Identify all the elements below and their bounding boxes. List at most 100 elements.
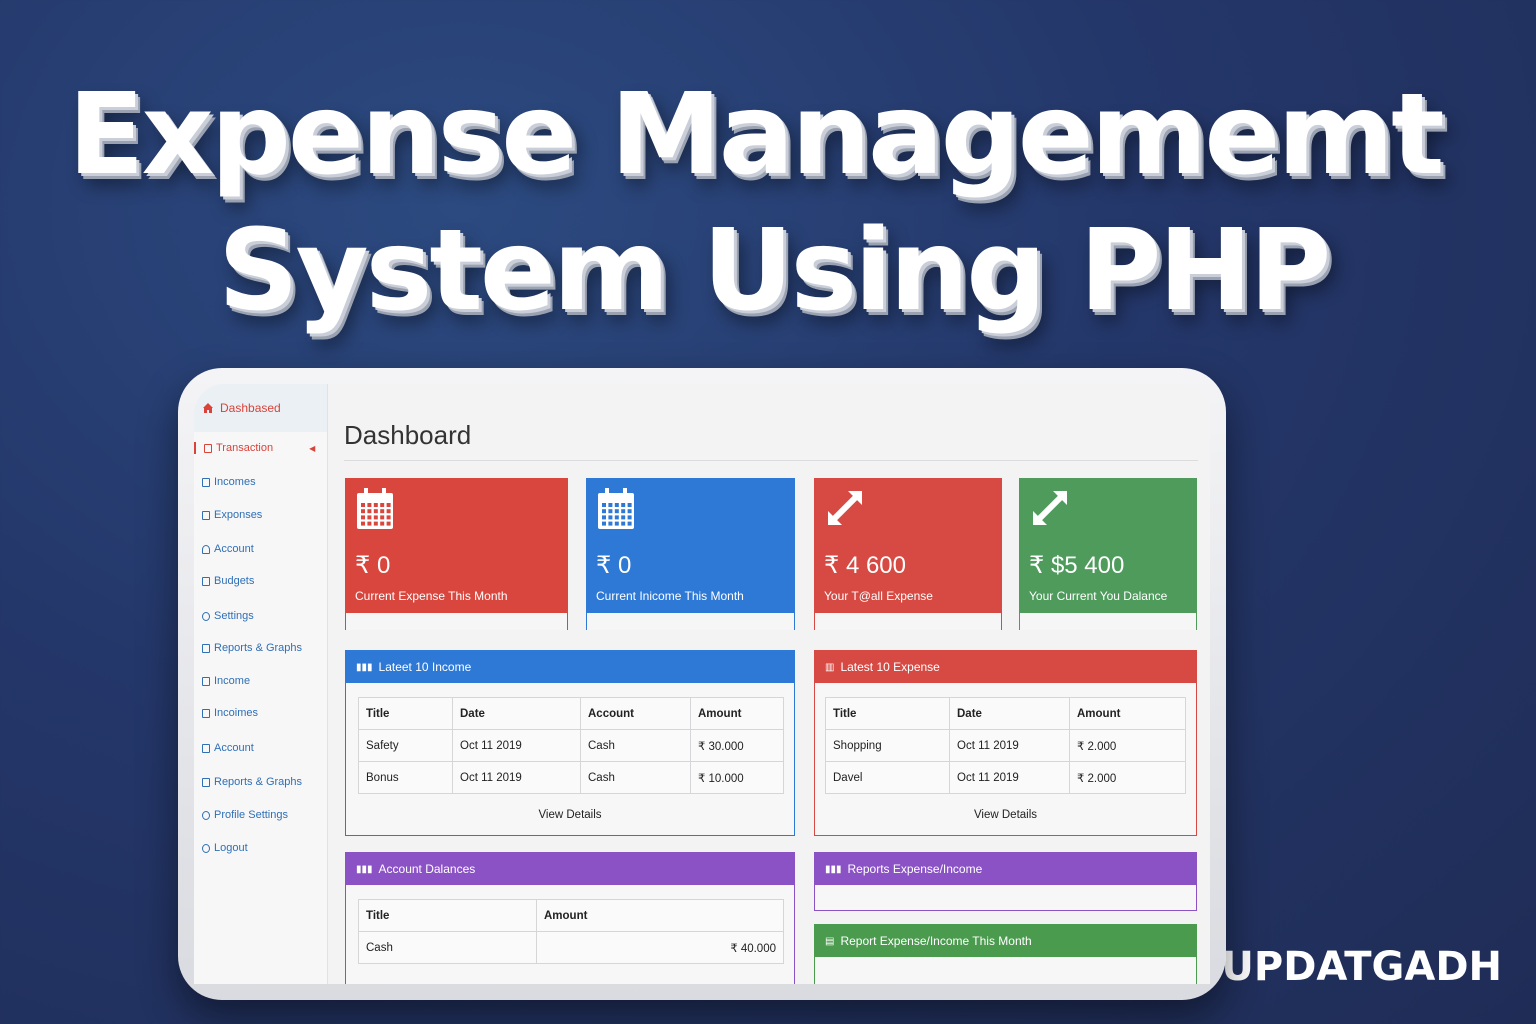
sidebar-item-incoimes[interactable]: Incoimes xyxy=(202,707,258,719)
sidebar-item-label: Transaction xyxy=(216,442,274,454)
cell: Oct 11 2019 xyxy=(452,729,581,762)
panel-header: ▮▮▮ Reports Expense/Income xyxy=(815,853,1196,885)
document-icon xyxy=(202,510,210,520)
column-header: Title xyxy=(358,697,453,730)
sidebar-item-transaction[interactable]: Transaction ◀ xyxy=(194,442,315,454)
panel-title: Report Expense/Income This Month xyxy=(840,934,1032,948)
table-row[interactable]: Safety Oct 11 2019 Cash ₹ 30.000 xyxy=(358,729,784,762)
sidebar-item-label: Income xyxy=(214,675,251,687)
view-details-link[interactable]: View Details xyxy=(346,809,794,821)
sidebar-item-settings[interactable]: Settings xyxy=(202,610,254,622)
user-gear-icon xyxy=(202,810,210,820)
income-table: Title Date Account Amount Safety Oct 11 … xyxy=(358,697,784,794)
stat-card-footer xyxy=(587,613,794,630)
sidebar-item-account-2[interactable]: Account xyxy=(202,742,254,754)
expense-table: Title Date Amount Shopping Oct 11 2019 ₹… xyxy=(825,697,1186,794)
column-header: Account xyxy=(580,697,691,730)
balances-table: Title Amount Cash ₹ 40.000 xyxy=(358,899,784,964)
sidebar-item-label: Budgets xyxy=(214,575,255,587)
list-icon: ▥ xyxy=(825,661,835,673)
bar-chart-icon: ▮▮▮ xyxy=(825,863,842,875)
sidebar-item-incomes[interactable]: Incomes xyxy=(202,476,256,488)
cell: Cash xyxy=(580,761,691,794)
stat-card-footer xyxy=(815,613,1001,630)
logout-icon xyxy=(202,843,210,853)
sidebar-item-profile-settings[interactable]: Profile Settings xyxy=(202,809,288,821)
stat-label: Your T@all Expense xyxy=(824,589,933,603)
sidebar-item-label: Reports & Graphs xyxy=(214,776,303,788)
panel-title: Reports Expense/Income xyxy=(847,862,983,876)
gear-icon xyxy=(202,611,210,621)
sidebar-item-budgets[interactable]: Budgets xyxy=(202,575,254,587)
sidebar-item-label: Dashbased xyxy=(220,401,281,415)
document-icon xyxy=(202,676,210,686)
headline-line-2: System Using PHP xyxy=(218,206,1331,336)
wallet-icon xyxy=(204,443,212,453)
cell: ₹ 10.000 xyxy=(690,761,784,794)
table-row[interactable]: Shopping Oct 11 2019 ₹ 2.000 xyxy=(825,729,1186,762)
column-header: Title xyxy=(358,899,537,932)
sidebar-item-account[interactable]: Account xyxy=(202,543,254,555)
cell: ₹ 40.000 xyxy=(536,931,784,964)
bar-chart-icon: ▮▮▮ xyxy=(356,863,373,875)
table-row[interactable]: Bonus Oct 11 2019 Cash ₹ 10.000 xyxy=(358,761,784,794)
laptop-frame: Dashbased Transaction ◀ Incomes Exponses… xyxy=(178,368,1226,1000)
latest-income-panel: ▮▮▮ Lateet 10 Income Title Date Account … xyxy=(345,650,795,836)
document-icon xyxy=(202,743,210,753)
cell: Davel xyxy=(825,761,950,794)
panel-header: ▤ Report Expense/Income This Month xyxy=(815,925,1196,957)
stat-label: Your Current You Dalance xyxy=(1029,589,1168,603)
cell: ₹ 2.000 xyxy=(1069,729,1186,762)
stat-card-footer xyxy=(1020,613,1196,630)
stat-card-current-expense[interactable]: ₹ 0 Current Expense This Month xyxy=(345,478,568,630)
brand-watermark: UPDATGADH xyxy=(1221,944,1502,990)
sidebar-item-label: Incoimes xyxy=(214,707,259,719)
cell: ₹ 2.000 xyxy=(1069,761,1186,794)
sidebar-item-reports-graphs-2[interactable]: Reports & Graphs xyxy=(202,776,302,788)
account-balances-panel: ▮▮▮ Account Dalances Title Amount Cash ₹… xyxy=(345,852,795,984)
reports-expense-income-panel: ▮▮▮ Reports Expense/Income xyxy=(814,852,1197,911)
stat-card-total-expense[interactable]: ₹ 4 600 Your T@all Expense xyxy=(814,478,1002,630)
cell: Oct 11 2019 xyxy=(949,761,1070,794)
panel-header: ▥ Latest 10 Expense xyxy=(815,651,1196,683)
sidebar-item-dashboard[interactable]: Dashbased xyxy=(194,384,327,432)
table-row[interactable]: Davel Oct 11 2019 ₹ 2.000 xyxy=(825,761,1186,794)
panel-title: Latest 10 Expense xyxy=(840,660,940,674)
stat-card-current-balance[interactable]: ₹ $5 400 Your Current You Dalance xyxy=(1019,478,1197,630)
headline-line-1: Expense Managememt xyxy=(68,70,1445,200)
sidebar-item-label: Account xyxy=(214,543,254,555)
sidebar-item-label: Incomes xyxy=(214,476,256,488)
stat-value: ₹ 4 600 xyxy=(824,552,906,579)
home-icon xyxy=(203,403,213,413)
sidebar-item-reports-graphs[interactable]: Reports & Graphs xyxy=(202,642,302,654)
column-header: Amount xyxy=(690,697,784,730)
sidebar-item-label: Logout xyxy=(214,842,248,854)
calendar-icon xyxy=(598,488,634,529)
page-title: Dashboard xyxy=(344,420,472,450)
column-header: Title xyxy=(825,697,950,730)
table-header-row: Title Amount xyxy=(358,899,784,932)
sidebar-item-label: Exponses xyxy=(214,509,263,521)
column-header: Date xyxy=(452,697,581,730)
stat-value: ₹ $5 400 xyxy=(1029,552,1125,579)
chart-icon xyxy=(202,643,210,653)
sidebar-item-logout[interactable]: Logout xyxy=(202,842,248,854)
stat-card-footer xyxy=(346,613,567,630)
column-header: Amount xyxy=(536,899,784,932)
table-header-row: Title Date Account Amount xyxy=(358,697,784,730)
app-screen: Dashbased Transaction ◀ Incomes Exponses… xyxy=(194,384,1210,984)
sidebar-item-income[interactable]: Income xyxy=(202,675,250,687)
table-row[interactable]: Cash ₹ 40.000 xyxy=(358,931,784,964)
cell: Shopping xyxy=(825,729,950,762)
sidebar: Dashbased Transaction ◀ Incomes Exponses… xyxy=(194,384,328,984)
panel-title: Lateet 10 Income xyxy=(378,660,472,674)
cell: Bonus xyxy=(358,761,453,794)
stat-card-current-income[interactable]: ₹ 0 Current Inicome This Month xyxy=(586,478,795,630)
sidebar-item-exponses[interactable]: Exponses xyxy=(202,509,262,521)
book-icon xyxy=(202,576,210,586)
cell: Safety xyxy=(358,729,453,762)
latest-expense-panel: ▥ Latest 10 Expense Title Date Amount Sh… xyxy=(814,650,1197,836)
view-details-link[interactable]: View Details xyxy=(815,809,1196,821)
sidebar-item-label: Settings xyxy=(214,610,254,622)
sidebar-item-label: Profile Settings xyxy=(214,809,288,821)
